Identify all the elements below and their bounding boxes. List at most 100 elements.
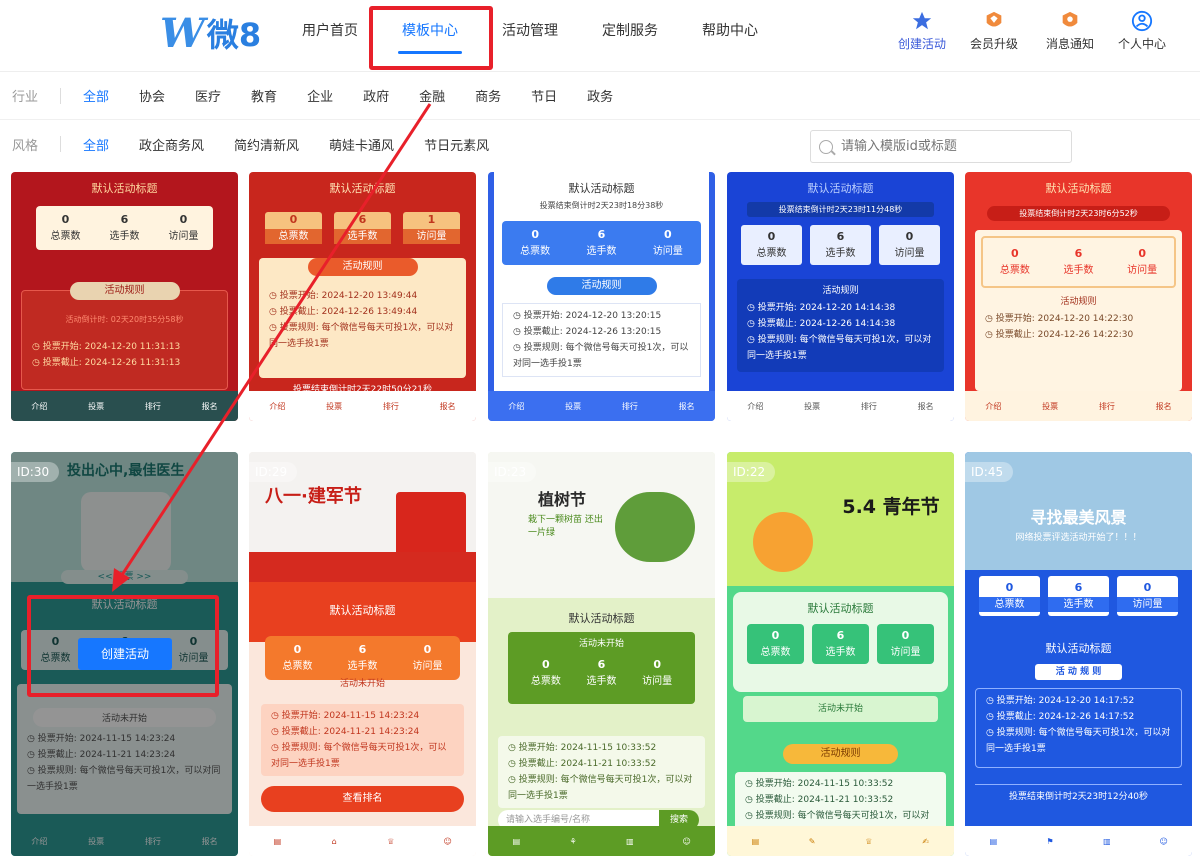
nav-user-home[interactable]: 用户首页	[280, 0, 380, 62]
app-root: W 微8 用户首页 模板中心 活动管理 定制服务 帮助中心 创建活动 会员升级 …	[0, 0, 1200, 858]
industry-option[interactable]: 商务	[475, 86, 501, 105]
star-icon	[912, 11, 932, 30]
card-title: 默认活动标题	[329, 604, 396, 617]
user-icon	[1131, 10, 1153, 32]
member-upgrade-label: 会员升级	[969, 37, 1018, 51]
notifications-label: 消息通知	[1045, 37, 1094, 51]
style-label: 风格	[12, 138, 39, 154]
card-title: 默认活动标题	[1045, 182, 1112, 195]
style-option[interactable]: 简约清新风	[234, 135, 299, 154]
create-activity-button[interactable]: 创建活动	[78, 638, 172, 670]
banner-title: 5.4 青年节	[842, 496, 940, 518]
template-card[interactable]: 默认活动标题 0总票数 6选手数 1访问量 活动规则 投票开始: 2024-12…	[249, 172, 476, 421]
template-card[interactable]: 默认活动标题 投票结束倒计时2天23时11分48秒 0 总票数 6 选手数 0 访问量…	[727, 172, 954, 421]
banner-subtitle: 网络投票评选活动开始了！！！	[1015, 533, 1142, 543]
countdown-text: 投票结束倒计时2天23时12分40秒	[975, 784, 1182, 802]
search-input[interactable]	[841, 139, 1061, 154]
personal-center-action[interactable]: 个人中心	[1107, 10, 1177, 52]
card-title: 默认活动标题	[329, 182, 396, 195]
card-bottom-nav: ▤ ⚘ ▥ ☺	[488, 826, 715, 856]
status-text: 活动未开始	[578, 639, 624, 649]
logo-mark: W	[160, 9, 205, 57]
stats-panel: 0总票数 6选手数 0访问量	[737, 225, 944, 265]
industry-label: 行业	[12, 90, 39, 105]
industry-option[interactable]: 教育	[251, 86, 277, 105]
nav-help-center[interactable]: 帮助中心	[680, 0, 780, 62]
highlight-box-nav	[369, 6, 493, 70]
card-title: 默认活动标题	[1045, 642, 1112, 655]
divider	[60, 136, 61, 152]
card-bottom-nav: 介绍 投票 排行 报名	[727, 391, 954, 421]
bell-icon	[1062, 11, 1078, 27]
tree-illustration	[615, 492, 695, 562]
create-activity-action[interactable]: 创建活动	[887, 10, 957, 52]
style-option[interactable]: 萌娃卡通风	[329, 135, 394, 154]
rule-pill: 活动规则	[1060, 296, 1097, 307]
industry-option-all[interactable]: 全部	[83, 86, 109, 105]
view-ranking-button[interactable]: 查看排名	[261, 786, 464, 812]
template-card[interactable]: 5.4 青年节 默认活动标题 0 总票数 6 选手数 0 访问量 活动未开始 活动规则…	[727, 452, 954, 856]
style-option[interactable]: 政企商务风	[139, 135, 204, 154]
card-bottom-nav: ▤ ✎ ♕ ✍	[727, 826, 954, 856]
template-card[interactable]: 寻找最美风景 网络投票评选活动开始了！！！ 0 总票数 6 选手数 0 访问量 默认活…	[965, 452, 1192, 856]
industry-option[interactable]: 政府	[363, 86, 389, 105]
stats-panel: 0总票数 6选手数 0访问量	[36, 206, 213, 250]
rule-pill: 活动规则	[546, 276, 657, 295]
style-option[interactable]: 节日元素风	[424, 135, 489, 154]
rules-panel: 活动规则 投票开始: 2024-12-20 13:49:44 投票截止: 202…	[259, 257, 466, 378]
rule-pill: 活动规则	[69, 281, 180, 300]
banner-title: 寻找最美风景	[1030, 508, 1127, 527]
stats-panel: 0 总票数 6 选手数 1 访问量	[259, 212, 466, 244]
industry-option[interactable]: 政务	[587, 86, 613, 105]
nav-activity-management[interactable]: 活动管理	[480, 0, 580, 62]
status-text: 活动未开始	[743, 696, 938, 722]
card-title: 默认活动标题	[568, 182, 635, 195]
card-title: 默认活动标题	[807, 182, 874, 195]
template-id-badge: ID:23	[488, 462, 537, 482]
logo[interactable]: W 微8	[160, 9, 262, 57]
template-card[interactable]: 默认活动标题 投票结束倒计时2天23时18分38秒 0 总票数 6 选手数 0 访问量…	[488, 172, 715, 421]
banner-title: 植树节	[538, 490, 587, 509]
rule-pill: 活动规则	[307, 257, 418, 276]
stats-panel: 0总票数 6选手数 0访问量	[981, 236, 1176, 288]
logo-text: 微8	[206, 16, 262, 54]
filter-panel: 行业 全部 协会 医疗 教育 企业 政府 金融 商务 节日 政务 风格 全部 政…	[0, 72, 1200, 168]
industry-option[interactable]: 企业	[307, 86, 333, 105]
industry-option[interactable]: 协会	[139, 86, 165, 105]
personal-center-label: 个人中心	[1117, 37, 1166, 51]
rules-panel: 活动规则 投票开始: 2024-12-20 14:14:38 投票截止: 202…	[737, 278, 944, 372]
banner-title: 八一·建军节	[265, 486, 362, 507]
card-bottom-nav: 介绍 投票 排行 报名	[488, 391, 715, 421]
style-option-all[interactable]: 全部	[83, 135, 109, 154]
stats-panel: 0总票数 6选手数 0访问量	[743, 624, 938, 664]
template-id-badge: ID:29	[249, 462, 298, 482]
card-title: 默认活动标题	[568, 612, 635, 625]
industry-option[interactable]: 金融	[419, 86, 445, 105]
status-text: 活动未开始	[339, 679, 385, 689]
member-upgrade-action[interactable]: 会员升级	[959, 10, 1029, 52]
countdown-text: 投票结束倒计时2天23时18分38秒	[539, 201, 664, 210]
template-card[interactable]: 八一·建军节 默认活动标题 0总票数 6选手数 0访问量 活动未开始 投票开始:…	[249, 452, 476, 856]
industry-option[interactable]: 医疗	[195, 86, 221, 105]
rule-pill: 活动规则	[783, 744, 898, 764]
countdown-text: 活动倒计时: 02天20时35分58秒	[65, 314, 184, 324]
industry-option[interactable]: 节日	[531, 86, 557, 105]
card-bottom-nav: 介绍 投票 排行 报名	[11, 391, 238, 421]
card-bottom-nav: ▤ ⌂ ♕ ☺	[249, 826, 476, 856]
stats-panel: 0总票数 6选手数 0访问量	[975, 576, 1182, 616]
search-icon	[819, 139, 833, 154]
template-card[interactable]: 默认活动标题 0 总票数 6 选手数 0 访问量 活动规则 活动倒计时: 02天20时…	[11, 172, 238, 421]
nav-custom-service[interactable]: 定制服务	[580, 0, 680, 62]
notifications-action[interactable]: 消息通知	[1035, 10, 1105, 52]
template-search	[810, 130, 1072, 163]
divider	[60, 87, 61, 104]
template-card[interactable]: 植树节 栽下一颗树苗 还出一片绿 默认活动标题 活动未开始 0 总票数 6 选手数 …	[488, 452, 715, 856]
rules-panel: 活动规则 活动倒计时: 02天20时35分58秒 投票开始: 2024-12-2…	[21, 281, 228, 390]
template-id-badge: ID:22	[727, 462, 776, 482]
countdown-text: 投票结束倒计时2天23时11分48秒	[747, 202, 934, 217]
main-nav: 用户首页 模板中心 活动管理 定制服务 帮助中心	[280, 0, 780, 72]
card-bottom-nav: 介绍 投票 排行 报名	[249, 391, 476, 421]
template-card[interactable]: 默认活动标题 投票结束倒计时2天23时6分52秒 0 总票数 6 选手数 0 访问量 …	[965, 172, 1192, 421]
banner-subtitle: 栽下一颗树苗 还出一片绿	[528, 515, 603, 538]
crown-icon	[986, 11, 1002, 27]
